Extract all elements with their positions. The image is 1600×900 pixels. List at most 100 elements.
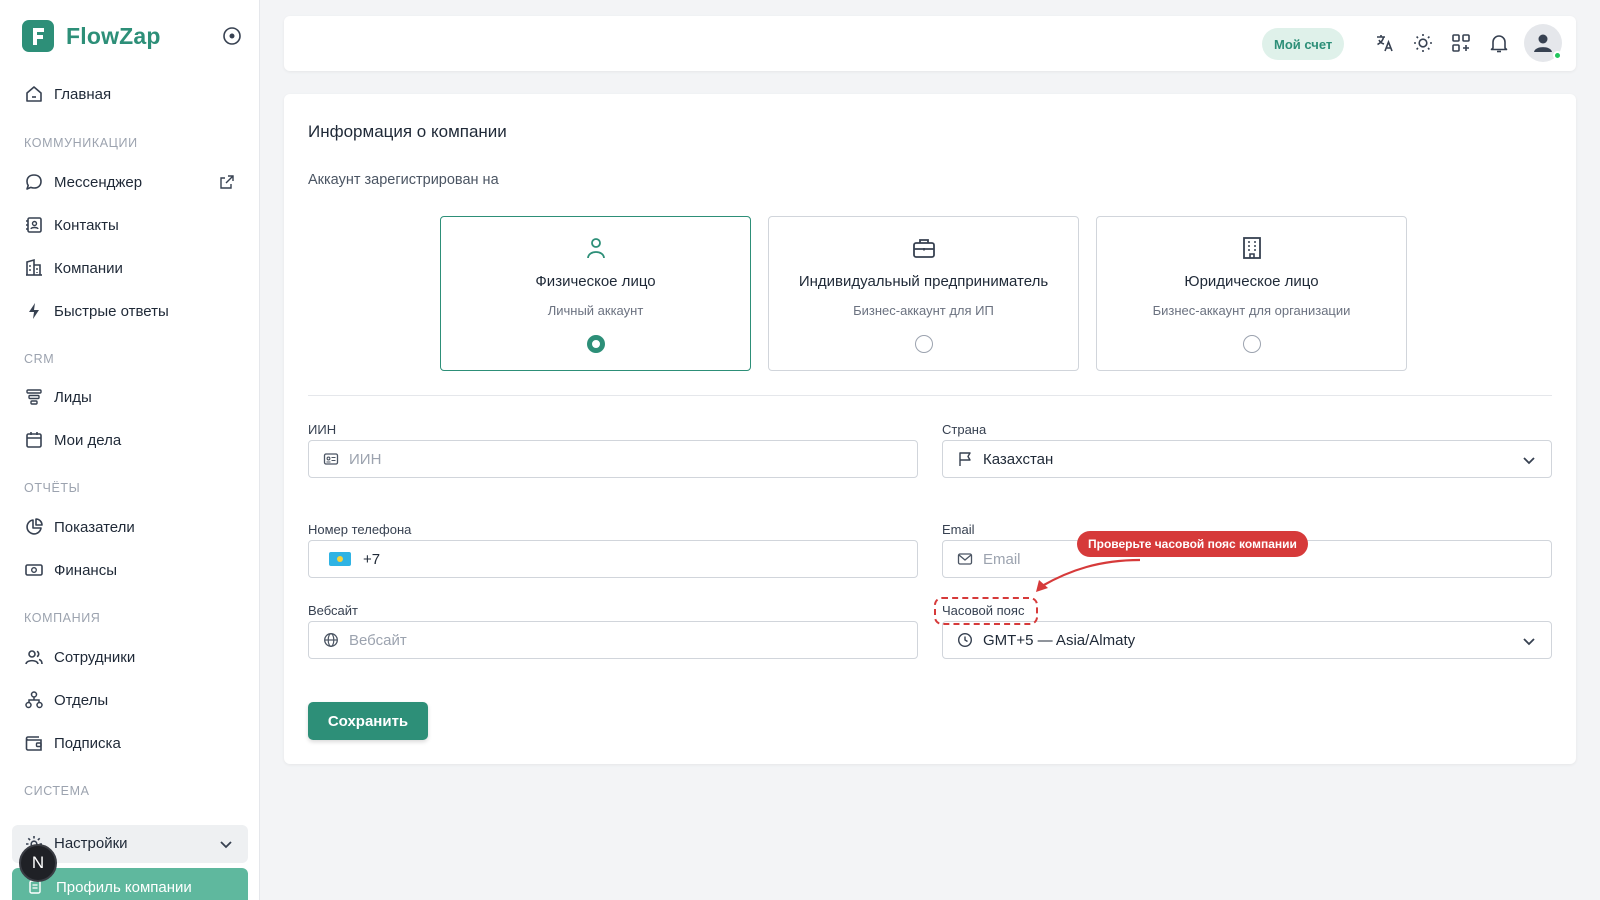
website-placeholder: Вебсайт	[349, 631, 407, 649]
online-status-dot	[1553, 51, 1562, 60]
translate-icon[interactable]	[1374, 32, 1396, 54]
option-title: Индивидуальный предприниматель	[798, 273, 1049, 290]
brand-name: FlowZap	[66, 22, 161, 49]
sidebar-item-label: Мессенджер	[54, 173, 143, 191]
email-placeholder: Email	[983, 550, 1021, 568]
sidebar-item-label: Отделы	[54, 691, 109, 709]
country-select[interactable]: Казахстан	[942, 440, 1552, 478]
office-building-icon	[1242, 237, 1261, 259]
timezone-value: GMT+5 — Asia/Almaty	[983, 631, 1136, 649]
collapse-sidebar-icon[interactable]	[222, 26, 242, 46]
website-field[interactable]: Вебсайт	[308, 621, 918, 659]
sidebar-item-label: Быстрые ответы	[54, 302, 169, 320]
iin-placeholder: ИИН	[349, 450, 382, 468]
briefcase-icon	[912, 239, 935, 258]
bell-icon[interactable]	[1488, 32, 1510, 54]
company-info-card: Информация о компании Аккаунт зарегистри…	[284, 94, 1576, 764]
option-legal-entity[interactable]: Юридическое лицо Бизнес-аккаунт для орга…	[1096, 216, 1407, 371]
document-icon	[29, 880, 41, 894]
timezone-highlight	[934, 597, 1038, 625]
sidebar-item-label: Мои дела	[54, 431, 122, 449]
sidebar: FlowZap Главная КОММУНИКАЦИИ Мессенджер …	[0, 0, 260, 900]
flag-icon	[959, 452, 971, 466]
sidebar-item-contacts[interactable]: Контакты	[24, 213, 119, 237]
mail-icon	[957, 553, 973, 565]
sidebar-item-quick-replies[interactable]: Быстрые ответы	[24, 299, 169, 323]
phone-value: +7	[363, 550, 381, 568]
kazakhstan-flag-icon[interactable]	[329, 552, 351, 566]
registered-label: Аккаунт зарегистрирован на	[308, 172, 499, 188]
chat-icon	[26, 174, 42, 190]
flowzap-logo-icon	[22, 20, 54, 52]
my-account-button[interactable]: Мой счет	[1262, 28, 1345, 60]
sidebar-item-metrics[interactable]: Показатели	[24, 515, 135, 539]
radio-individual[interactable]	[586, 335, 605, 353]
sidebar-item-employees[interactable]: Сотрудники	[24, 645, 135, 669]
sidebar-item-departments[interactable]: Отделы	[24, 688, 108, 712]
avatar[interactable]	[1524, 24, 1562, 62]
email-label: Email	[942, 522, 975, 537]
timezone-select[interactable]: GMT+5 — Asia/Almaty	[942, 621, 1552, 659]
divider	[308, 395, 1552, 396]
option-title: Физическое лицо	[535, 273, 656, 290]
section-company: КОМПАНИЯ	[24, 611, 101, 625]
wallet-icon	[25, 736, 42, 751]
sidebar-item-subscription[interactable]: Подписка	[24, 731, 121, 755]
iin-field[interactable]: ИИН	[308, 440, 918, 478]
sidebar-item-companies[interactable]: Компании	[24, 256, 123, 280]
lightning-icon	[29, 303, 39, 319]
id-card-icon	[323, 453, 339, 465]
sun-icon[interactable]	[1412, 32, 1434, 54]
option-individual[interactable]: Физическое лицо Личный аккаунт	[440, 216, 751, 371]
country-label: Страна	[942, 422, 987, 437]
sidebar-item-label: Контакты	[54, 216, 119, 234]
website-label: Вебсайт	[308, 603, 359, 618]
chevron-down-icon	[1523, 638, 1535, 646]
section-reports: ОТЧЁТЫ	[24, 481, 81, 495]
hierarchy-icon	[25, 691, 43, 709]
section-communications: КОММУНИКАЦИИ	[24, 136, 138, 150]
sidebar-item-finance[interactable]: Финансы	[24, 558, 117, 582]
sidebar-item-messenger[interactable]: Мессенджер	[24, 170, 142, 194]
sidebar-item-label: Настройки	[54, 835, 128, 852]
clock-icon	[957, 632, 973, 648]
option-title: Юридическое лицо	[1184, 273, 1319, 290]
sidebar-item-label: Лиды	[54, 388, 92, 406]
radio-legal-entity[interactable]	[1242, 335, 1261, 353]
sidebar-item-label: Показатели	[54, 518, 135, 536]
external-link-icon[interactable]	[219, 174, 235, 190]
building-icon	[26, 258, 42, 276]
save-button[interactable]: Сохранить	[308, 702, 428, 740]
phone-field[interactable]: +7	[308, 540, 918, 578]
sidebar-item-label: Подписка	[54, 734, 121, 752]
sidebar-item-leads[interactable]: Лиды	[24, 385, 92, 409]
pie-chart-icon	[26, 518, 43, 535]
user-outline-icon	[586, 238, 605, 259]
chevron-down-icon	[220, 841, 232, 849]
iin-label: ИИН	[308, 422, 337, 437]
user-icon	[1534, 34, 1552, 52]
section-system: СИСТЕМА	[24, 784, 90, 798]
hint-arrow-icon	[1036, 558, 1141, 592]
chevron-down-icon	[1523, 457, 1535, 465]
option-subtitle: Бизнес-аккаунт для ИП	[853, 303, 994, 318]
apps-grid-icon[interactable]	[1450, 32, 1472, 54]
home-icon	[26, 86, 42, 102]
user-initial-badge[interactable]: N	[19, 844, 57, 882]
funnel-icon	[26, 389, 42, 405]
page-title: Информация о компании	[308, 122, 507, 141]
sidebar-item-label: Финансы	[54, 561, 117, 579]
sidebar-item-label: Компании	[54, 259, 123, 277]
sidebar-item-tasks[interactable]: Мои дела	[24, 428, 121, 452]
sidebar-item-label: Сотрудники	[54, 648, 136, 666]
calendar-icon	[26, 432, 42, 448]
country-value: Казахстан	[983, 450, 1054, 468]
globe-icon	[324, 633, 338, 647]
sidebar-item-home[interactable]: Главная	[24, 82, 111, 106]
option-entrepreneur[interactable]: Индивидуальный предприниматель Бизнес-ак…	[768, 216, 1079, 371]
radio-entrepreneur[interactable]	[914, 335, 933, 353]
section-crm: CRM	[24, 352, 55, 366]
cash-icon	[25, 564, 43, 576]
brand[interactable]: FlowZap	[22, 20, 161, 52]
phone-label: Номер телефона	[308, 522, 412, 537]
